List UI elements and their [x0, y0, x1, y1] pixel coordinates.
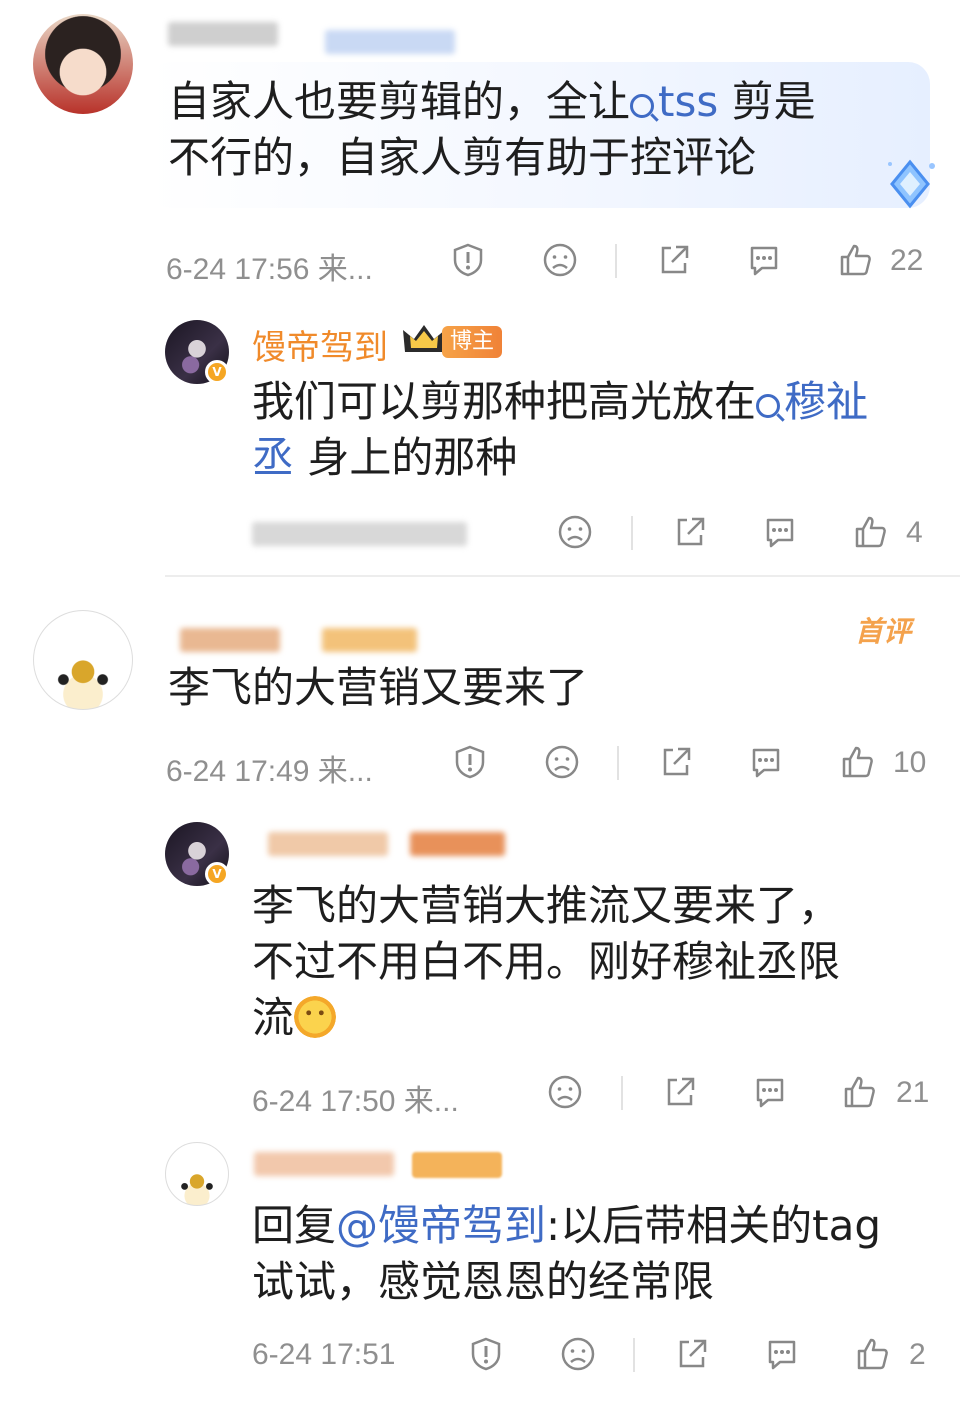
blogger-badge: 博主: [442, 326, 503, 358]
comment-time: 6-24 17:56 来...: [166, 253, 373, 286]
dislike-icon[interactable]: [542, 242, 578, 278]
comment-time: 6-24 17:50 来...: [252, 1085, 459, 1118]
username-blurred[interactable]: [168, 22, 278, 46]
username-blurred: [325, 30, 455, 54]
share-icon[interactable]: [662, 1074, 698, 1110]
report-icon[interactable]: [468, 1336, 504, 1372]
topic-link[interactable]: tss: [630, 77, 718, 126]
dislike-icon[interactable]: [557, 514, 593, 550]
search-icon: [756, 394, 781, 418]
like-icon[interactable]: [855, 1336, 891, 1372]
like-count: 21: [896, 1076, 930, 1109]
comment-time: 6-24 17:51: [252, 1338, 396, 1371]
comment-time: 6-24 17:49 来...: [166, 755, 373, 788]
like-count: 10: [893, 746, 927, 779]
dislike-icon[interactable]: [544, 744, 580, 780]
username-blurred: [410, 832, 505, 856]
avatar[interactable]: [33, 14, 133, 114]
reply-icon[interactable]: [764, 1336, 800, 1372]
divider: [615, 244, 617, 278]
report-icon[interactable]: [450, 242, 486, 278]
comment-text: 自家人也要剪辑的，全让 tss 剪是 不行的，自家人剪有助于控评论: [168, 77, 816, 182]
dislike-icon[interactable]: [547, 1074, 583, 1110]
mention-link[interactable]: @馒帝驾到: [336, 1201, 546, 1250]
melting-face-emoji-icon: [294, 996, 337, 1038]
like-icon[interactable]: [838, 242, 874, 278]
comment-divider: [165, 575, 960, 577]
share-icon[interactable]: [656, 242, 692, 278]
username-blurred[interactable]: [254, 1152, 394, 1176]
comment-text: 李飞的大营销又要来了: [168, 663, 589, 712]
topic-link-continued[interactable]: 丞: [252, 433, 294, 482]
like-icon[interactable]: [853, 514, 889, 550]
divider: [621, 1076, 623, 1110]
divider: [631, 516, 633, 550]
search-icon: [630, 94, 655, 118]
like-icon[interactable]: [840, 744, 876, 780]
username-blurred[interactable]: [180, 628, 280, 652]
topic-link[interactable]: 穆祉: [756, 377, 868, 426]
comment-text: 我们可以剪那种把高光放在 穆祉 丞 身上的那种: [252, 377, 869, 482]
reply-icon[interactable]: [748, 744, 784, 780]
like-icon[interactable]: [842, 1074, 878, 1110]
reply-icon[interactable]: [752, 1074, 788, 1110]
avatar[interactable]: [165, 1142, 229, 1206]
username-blurred[interactable]: [268, 832, 388, 856]
share-icon[interactable]: [672, 514, 708, 550]
like-count: 2: [909, 1338, 926, 1371]
like-count: 22: [890, 244, 924, 277]
dislike-icon[interactable]: [560, 1336, 596, 1372]
comment-time-blurred: [252, 522, 467, 546]
avatar[interactable]: [33, 610, 133, 710]
verified-icon: V: [205, 360, 229, 384]
divider: [617, 746, 619, 780]
divider: [633, 1338, 635, 1372]
crown-icon: [403, 325, 445, 352]
comment-text: 回复@馒帝驾到:以后带相关的tag 试试，感觉恩恩的经常限: [252, 1201, 882, 1306]
fan-level-badge-blurred: [412, 1152, 502, 1178]
username-blurred: [322, 628, 417, 652]
share-icon[interactable]: [674, 1336, 710, 1372]
reply-icon[interactable]: [762, 514, 798, 550]
author-name[interactable]: 馒帝驾到: [252, 320, 388, 369]
like-count: 4: [906, 516, 923, 549]
diamond-icon: [888, 159, 935, 209]
report-icon[interactable]: [452, 744, 488, 780]
share-icon[interactable]: [658, 744, 694, 780]
verified-icon: V: [205, 862, 229, 886]
first-comment-badge: 首评: [855, 615, 912, 648]
comment-text: 李飞的大营销大推流又要来了， 不过不用白不用。刚好穆祉丞限 流: [252, 881, 841, 1042]
reply-icon[interactable]: [746, 242, 782, 278]
